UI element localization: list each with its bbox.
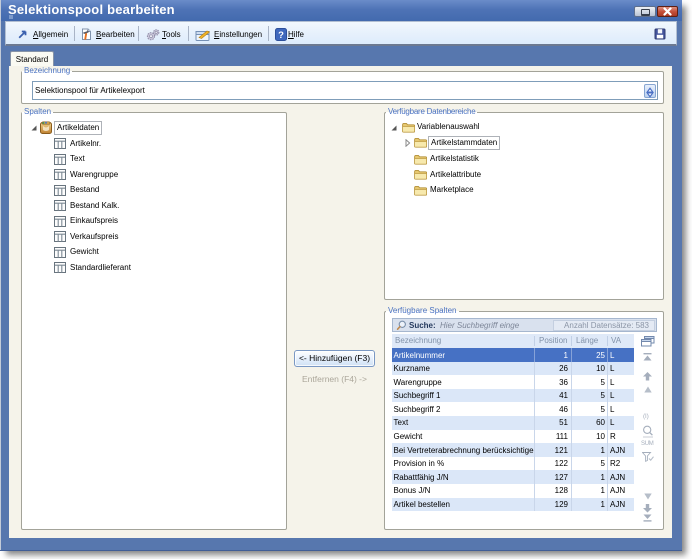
svg-text:?: ? — [278, 30, 284, 41]
